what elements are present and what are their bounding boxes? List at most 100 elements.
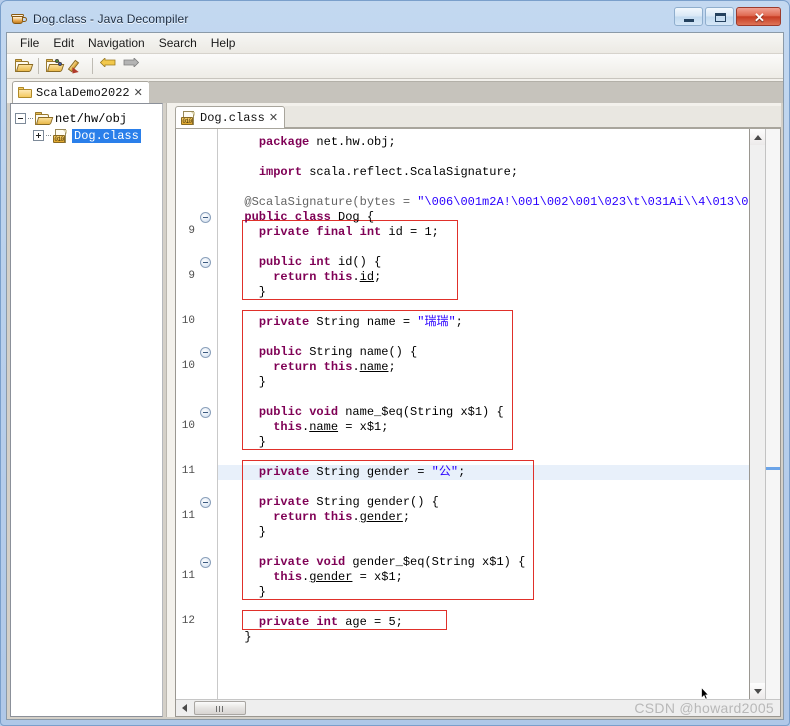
fold-collapse-icon[interactable] — [200, 257, 211, 268]
open-file-button[interactable] — [12, 56, 34, 77]
code-line: package net.hw.obj; — [258, 135, 396, 149]
code-line: this.name = x$1; — [273, 420, 389, 434]
editor-tab-filler — [285, 106, 781, 128]
tab-label: ScalaDemo2022 — [36, 85, 130, 100]
menu-search[interactable]: Search — [152, 34, 204, 52]
line-number: 10 — [181, 315, 195, 327]
line-number: 10 — [181, 360, 195, 372]
code-line: return this.gender; — [273, 510, 411, 524]
scroll-up-arrow — [753, 134, 762, 140]
code-line: private String name = "瑞瑞"; — [258, 315, 463, 329]
editor-content-row: 9 9 10 10 10 11 11 11 12 package net.hw.obj; imp… — [176, 129, 780, 699]
line-number: 11 — [181, 510, 195, 522]
fold-collapse-icon[interactable] — [200, 347, 211, 358]
code-line: } — [230, 375, 267, 389]
minimize-button[interactable] — [674, 7, 703, 26]
java-coffee-cup-icon — [11, 11, 27, 27]
line-number: 9 — [188, 225, 195, 237]
tree-connector — [28, 118, 33, 119]
editor-tab-label: Dog.class — [200, 110, 265, 125]
line-number: 11 — [181, 570, 195, 582]
class-file-icon-tab: 010 — [181, 110, 196, 125]
tree-node-label-selected: Dog.class — [72, 128, 141, 143]
vertical-scroll-track[interactable] — [750, 145, 765, 683]
scroll-down-button[interactable] — [750, 683, 765, 699]
code-line: import scala.reflect.ScalaSignature; — [258, 165, 519, 179]
navigate-forward-button[interactable] — [120, 56, 142, 77]
code-line: private void gender_$eq(String x$1) { — [258, 555, 526, 569]
code-line: } — [230, 285, 267, 299]
class-file-icon: 010 — [53, 128, 68, 143]
line-number: 12 — [181, 615, 195, 627]
toolbar — [7, 54, 783, 79]
tree-node-package[interactable]: net/hw/obj — [15, 110, 162, 127]
horizontal-scrollbar[interactable]: CSDN @howard2005 — [176, 699, 780, 716]
code-line: } — [230, 525, 267, 539]
editor-tab-close-icon[interactable]: ✕ — [269, 112, 278, 123]
fold-collapse-icon[interactable] — [200, 407, 211, 418]
open-type-icon — [45, 59, 64, 73]
code-line: return this.id; — [273, 270, 382, 284]
folder-open-icon — [35, 112, 54, 125]
overview-marker-bar[interactable] — [765, 129, 780, 699]
navigate-back-icon — [100, 57, 116, 67]
save-resource-button[interactable] — [66, 56, 88, 77]
save-resource-icon — [67, 59, 85, 76]
code-line: public String name() { — [258, 345, 418, 359]
horizontal-scroll-thumb[interactable] — [194, 701, 246, 715]
code-line: private final int id = 1; — [258, 225, 439, 239]
navigate-forward-icon — [123, 57, 139, 67]
window-title: Dog.class - Java Decompiler — [33, 11, 189, 26]
tab-close-icon[interactable]: ✕ — [134, 87, 143, 98]
fold-collapse-icon[interactable] — [200, 497, 211, 508]
tab-scalademo2022[interactable]: ScalaDemo2022 ✕ — [12, 81, 150, 103]
code-line: public int id() { — [258, 255, 382, 269]
open-type-button[interactable] — [43, 56, 65, 77]
fold-collapse-icon[interactable] — [200, 212, 211, 223]
tree-expand-toggle-plus[interactable] — [33, 130, 44, 141]
code-line: return this.name; — [273, 360, 396, 374]
menu-file[interactable]: File — [13, 34, 46, 52]
scroll-left-button[interactable] — [176, 700, 192, 716]
code-line: public void name_$eq(String x$1) { — [258, 405, 504, 419]
tree-node-class[interactable]: 010 Dog.class — [15, 127, 162, 144]
menu-edit[interactable]: Edit — [46, 34, 81, 52]
editor-tab-bar: 010 Dog.class ✕ — [167, 103, 781, 128]
folder-icon — [18, 87, 32, 98]
minimize-icon — [684, 19, 694, 22]
editor-gutter[interactable]: 9 9 10 10 10 11 11 11 12 — [176, 129, 218, 699]
tree-node-label: net/hw/obj — [55, 111, 128, 126]
navigate-back-button[interactable] — [97, 56, 119, 77]
fold-collapse-icon[interactable] — [200, 557, 211, 568]
application-window: Dog.class - Java Decompiler ✕ File Edit … — [0, 0, 790, 726]
maximize-button[interactable] — [705, 7, 734, 26]
menu-help[interactable]: Help — [204, 34, 243, 52]
package-tree: net/hw/obj 010 Dog.class — [11, 104, 162, 144]
project-tab-bar: ScalaDemo2022 ✕ — [7, 79, 783, 103]
tab-bar-filler — [148, 81, 783, 103]
code-line: public class Dog { — [244, 210, 375, 224]
tree-expand-toggle-minus[interactable] — [15, 113, 26, 124]
menu-navigation[interactable]: Navigation — [81, 34, 152, 52]
title-bar: Dog.class - Java Decompiler ✕ — [6, 5, 784, 32]
code-line: private String gender = "公"; — [258, 465, 466, 479]
editor-body: 9 9 10 10 10 11 11 11 12 package net.hw.obj; imp… — [175, 128, 781, 717]
tab-dog-class[interactable]: 010 Dog.class ✕ — [175, 106, 286, 128]
scroll-up-button[interactable] — [750, 129, 765, 145]
tree-connector-2 — [46, 135, 51, 136]
scroll-left-arrow — [181, 704, 187, 712]
vertical-scrollbar[interactable] — [749, 129, 765, 699]
maximize-icon — [715, 13, 726, 22]
overview-marker[interactable] — [766, 467, 780, 470]
menu-bar: File Edit Navigation Search Help — [7, 33, 783, 54]
watermark-text: CSDN @howard2005 — [634, 700, 774, 716]
code-line: private int age = 5; — [258, 615, 403, 629]
code-line: } — [230, 630, 252, 644]
window-controls: ✕ — [674, 7, 781, 26]
code-area[interactable]: package net.hw.obj; import scala.reflect… — [218, 129, 749, 699]
close-icon: ✕ — [754, 10, 765, 25]
code-line: this.gender = x$1; — [273, 570, 403, 584]
package-tree-panel[interactable]: net/hw/obj 010 Dog.class — [10, 103, 163, 717]
close-button[interactable]: ✕ — [736, 7, 781, 26]
code-line: private String gender() { — [258, 495, 439, 509]
